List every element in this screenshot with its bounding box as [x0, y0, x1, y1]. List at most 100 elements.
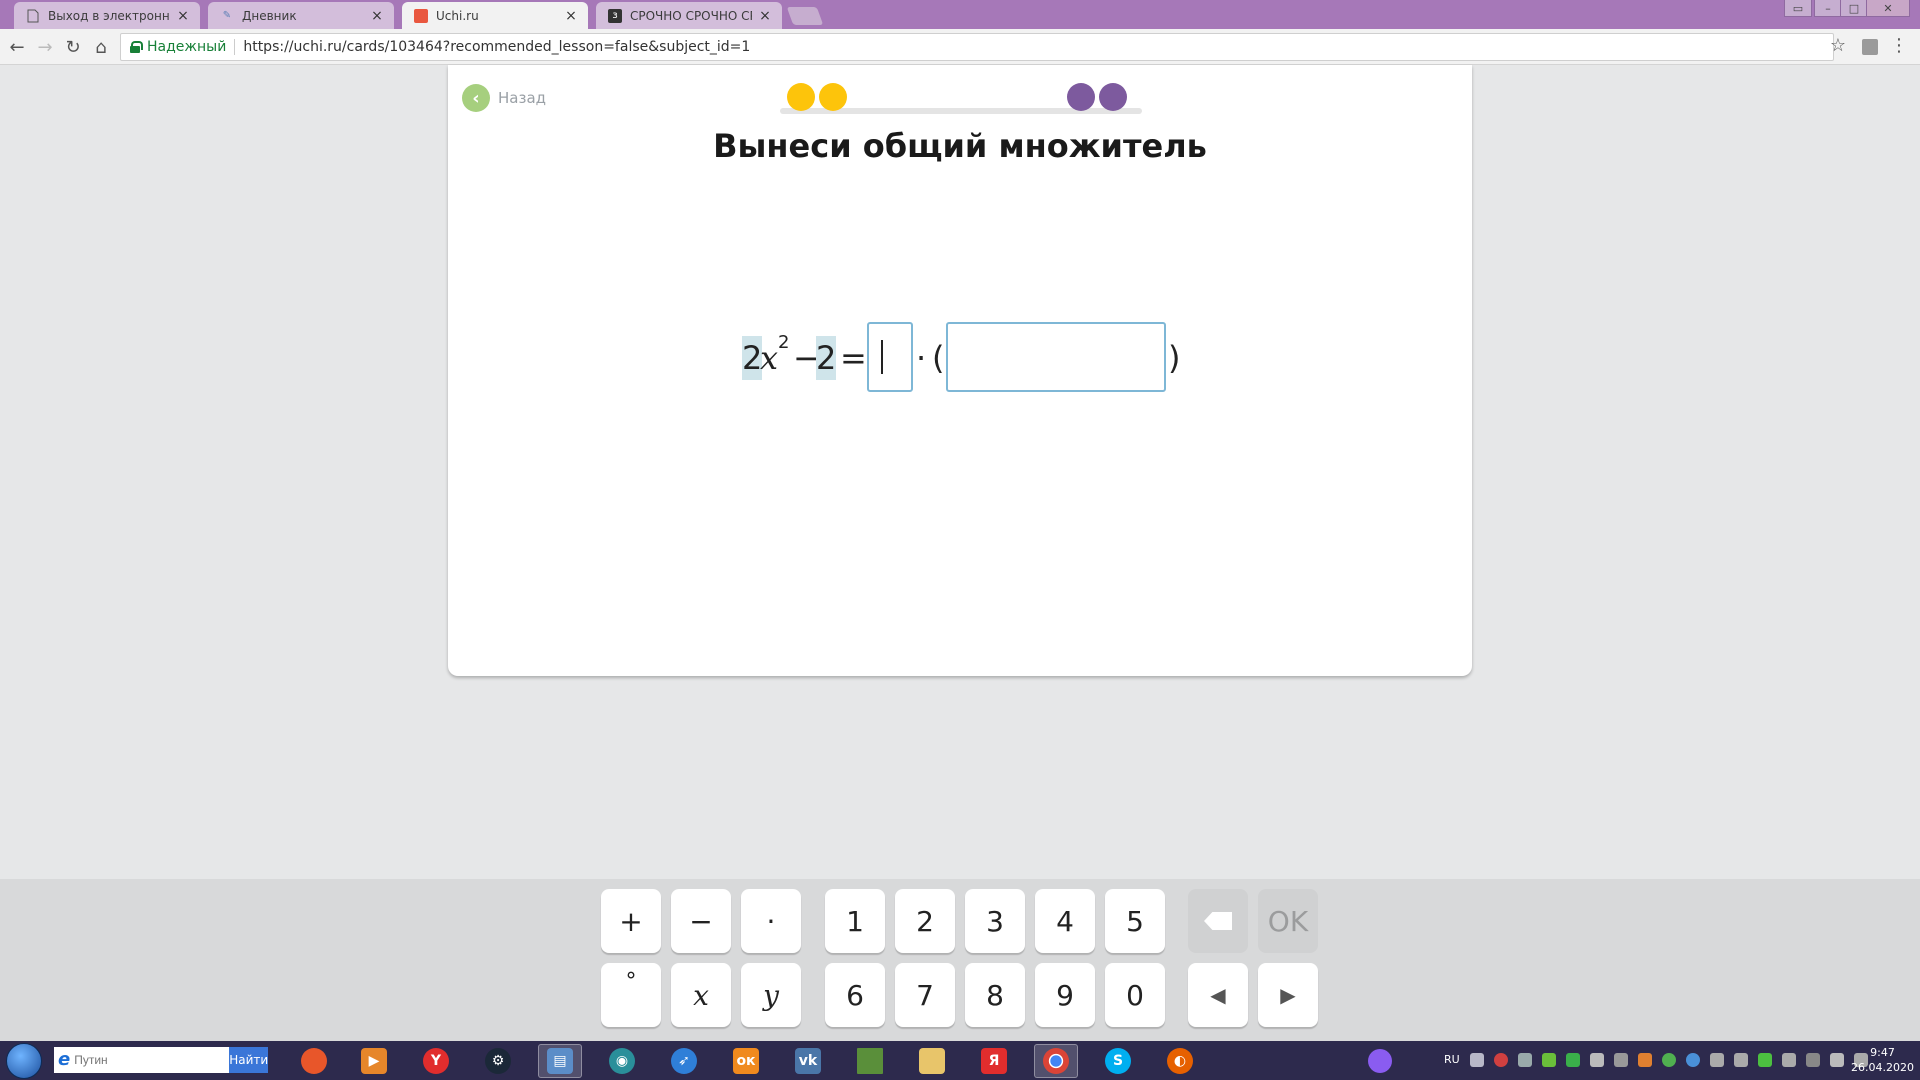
close-icon[interactable]: × [564, 9, 578, 23]
backspace-key[interactable] [1188, 889, 1248, 953]
clock[interactable]: 9:47 26.04.2020 [1851, 1045, 1914, 1075]
globe-icon: ◉ [609, 1048, 635, 1074]
taskbar-app-explorer[interactable] [910, 1044, 954, 1078]
user-icon[interactable]: ▭ [1784, 0, 1812, 17]
maximize-icon[interactable]: □ [1840, 0, 1868, 17]
key-1[interactable]: 1 [825, 889, 885, 953]
menu-icon[interactable]: ⋮ [1890, 35, 1908, 56]
key-6[interactable]: 6 [825, 963, 885, 1027]
tray-app-icon[interactable] [1638, 1053, 1652, 1067]
taskbar-app-steam[interactable]: ⚙ [476, 1044, 520, 1078]
bookmark-star-icon[interactable]: ☆ [1830, 35, 1846, 56]
tray-app-icon[interactable] [1686, 1053, 1700, 1067]
tray-app-icon[interactable] [1710, 1053, 1724, 1067]
close-window-icon[interactable]: ✕ [1866, 0, 1910, 17]
taskbar-search-input[interactable] [74, 1047, 230, 1073]
key-0[interactable]: 0 [1105, 963, 1165, 1027]
tab-znanija[interactable]: з СРОЧНО СРОЧНО СРОЧ × [596, 2, 782, 29]
taskbar-app-minecraft[interactable] [848, 1044, 892, 1078]
key-2[interactable]: 2 [895, 889, 955, 953]
taskbar-app-chrome[interactable] [1034, 1044, 1078, 1078]
key-degree[interactable]: ° [601, 963, 661, 1027]
address-bar[interactable]: Надежный https://uchi.ru/cards/103464?re… [120, 33, 1834, 61]
new-tab-button[interactable] [786, 7, 824, 25]
taskbar-app-yandex-browser[interactable]: Y [414, 1044, 458, 1078]
equation-constant[interactable]: 2 [816, 336, 837, 380]
back-link[interactable]: ‹ Назад [462, 84, 546, 112]
taskbar-app-skype[interactable]: S [1096, 1044, 1140, 1078]
url-text[interactable]: https://uchi.ru/cards/103464?recommended… [243, 39, 750, 55]
home-icon[interactable]: ⌂ [90, 36, 112, 58]
cursor-right-key[interactable]: ▶ [1258, 963, 1318, 1027]
windows-start-icon[interactable] [6, 1043, 42, 1079]
back-arrow-icon[interactable]: ← [6, 36, 28, 58]
language-indicator[interactable]: RU [1444, 1053, 1460, 1066]
equation-open-paren: ( [932, 339, 945, 377]
close-icon[interactable]: × [758, 9, 772, 23]
tray-app-icon[interactable] [1734, 1053, 1748, 1067]
taskbar-app-firefox[interactable]: ◐ [1158, 1044, 1202, 1078]
vk-icon: vk [795, 1048, 821, 1074]
key-5[interactable]: 5 [1105, 889, 1165, 953]
tray-app-icon[interactable] [1566, 1053, 1580, 1067]
flag-icon[interactable] [1590, 1053, 1604, 1067]
back-label: Назад [498, 89, 547, 107]
tab-label: Выход в электронный ж [48, 8, 170, 23]
taskbar-app-odnoklassniki[interactable]: ок [724, 1044, 768, 1078]
cloud-icon[interactable] [1830, 1053, 1844, 1067]
volume-icon[interactable] [1518, 1053, 1532, 1067]
yandex-tray-icon[interactable] [1494, 1053, 1508, 1067]
help-icon[interactable] [1470, 1053, 1484, 1067]
tab-strip: Выход в электронный ж × ✎ Дневник × Uchi… [0, 0, 1920, 29]
close-icon[interactable]: × [176, 9, 190, 23]
taskbar-app-computer[interactable]: ▤ [538, 1044, 582, 1078]
forward-arrow-icon[interactable]: → [34, 36, 56, 58]
tray-app-icon[interactable] [1662, 1053, 1676, 1067]
key-plus[interactable]: + [601, 889, 661, 953]
minecraft-icon [857, 1048, 883, 1074]
reload-icon[interactable]: ↻ [62, 36, 84, 58]
browser-toolbar: ← → ↻ ⌂ Надежный https://uchi.ru/cards/1… [0, 29, 1920, 65]
key-minus[interactable]: − [671, 889, 731, 953]
taskbar-app-yandex[interactable]: Я [972, 1044, 1016, 1078]
lock-icon [129, 41, 143, 53]
key-y[interactable]: y [741, 963, 801, 1027]
key-multiply-dot[interactable]: · [741, 889, 801, 953]
answer-input-bracket[interactable] [946, 322, 1166, 392]
progress-dot-pending [1067, 83, 1095, 111]
signal-icon[interactable] [1806, 1053, 1820, 1067]
uchi-icon [414, 8, 428, 23]
taskbar-app-bird[interactable]: ➶ [662, 1044, 706, 1078]
progress-dot-done [819, 83, 847, 111]
tab-diary[interactable]: ✎ Дневник × [208, 2, 394, 29]
close-icon[interactable]: × [370, 9, 384, 23]
taskbar-app-vk[interactable]: vk [786, 1044, 830, 1078]
key-4[interactable]: 4 [1035, 889, 1095, 953]
alice-icon[interactable] [1368, 1049, 1392, 1073]
ok-button[interactable]: OK [1258, 889, 1318, 953]
download-icon[interactable] [1758, 1053, 1772, 1067]
extension-icon[interactable] [1862, 39, 1878, 55]
tray-app-icon[interactable] [1782, 1053, 1796, 1067]
tab-uchi[interactable]: Uchi.ru × [402, 2, 588, 29]
backspace-icon [1204, 912, 1232, 930]
key-7[interactable]: 7 [895, 963, 955, 1027]
network-icon[interactable] [1614, 1053, 1628, 1067]
tab-electronic-journal[interactable]: Выход в электронный ж × [14, 2, 200, 29]
progress-dot-pending [1099, 83, 1127, 111]
odnoklassniki-icon: ок [733, 1048, 759, 1074]
minimize-icon[interactable]: – [1814, 0, 1842, 17]
answer-input-factor[interactable] [867, 322, 913, 392]
key-x[interactable]: x [671, 963, 731, 1027]
key-8[interactable]: 8 [965, 963, 1025, 1027]
tray-app-icon[interactable] [1542, 1053, 1556, 1067]
taskbar-app-globe[interactable]: ◉ [600, 1044, 644, 1078]
cursor-left-key[interactable]: ◀ [1188, 963, 1248, 1027]
yandex-icon: Я [981, 1048, 1007, 1074]
taskbar-search-button[interactable]: Найти [229, 1047, 269, 1073]
math-keyboard: + − · 1 2 3 4 5 OK ° x y 6 7 8 9 0 ◀ ▶ [0, 879, 1920, 1041]
taskbar-app-media[interactable] [292, 1044, 336, 1078]
key-9[interactable]: 9 [1035, 963, 1095, 1027]
taskbar-app-player[interactable]: ▶ [352, 1044, 396, 1078]
key-3[interactable]: 3 [965, 889, 1025, 953]
